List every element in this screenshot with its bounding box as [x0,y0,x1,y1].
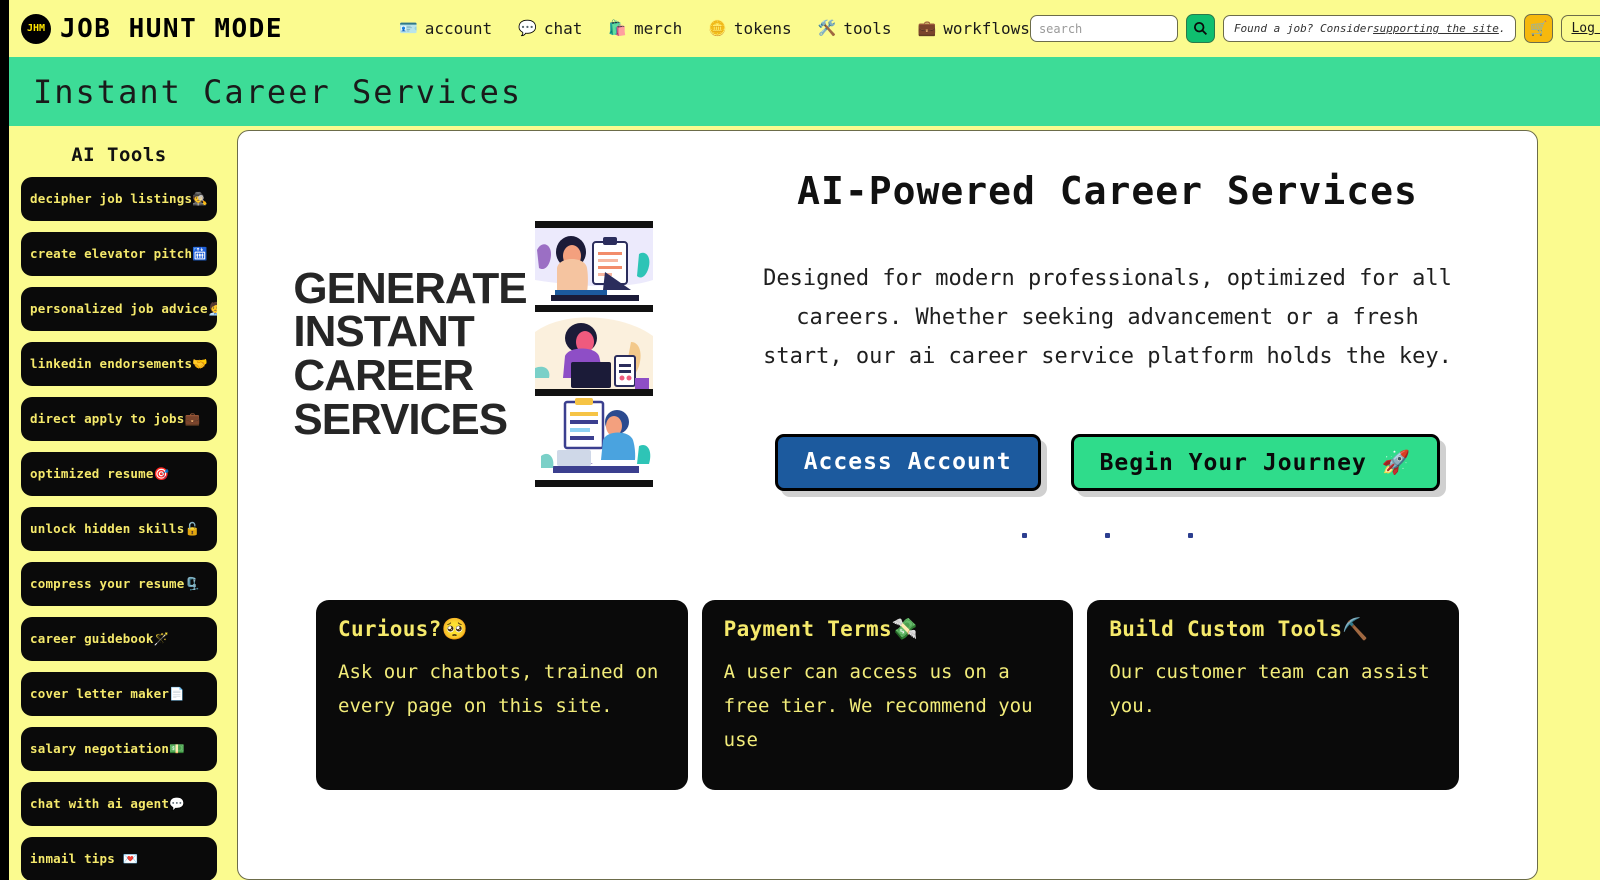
info-card-body: Ask our chatbots, trained on every page … [338,661,659,718]
info-card-build-custom-tools[interactable]: Build Custom Tools⛏️ Our customer team c… [1087,600,1460,791]
page-subheader: Instant Career Services [0,57,1600,126]
nav-links: 🪪 account 💬 chat 🛍️ merch 🪙 tokens 🛠️ to… [399,19,1030,38]
nav-item-workflows[interactable]: 💼 workflows [918,19,1030,38]
access-account-button[interactable]: Access Account [774,434,1041,492]
main-content-panel: GENERATE INSTANT CAREER SERVICES AI-Powe… [237,130,1538,880]
nav-item-label: merch [634,19,683,38]
hero-art-word: GENERATE [293,263,527,313]
hero-art-word: CAREER [293,351,474,400]
brand-name: JOB HUNT MODE [60,13,283,44]
hero-section: GENERATE INSTANT CAREER SERVICES AI-Powe… [238,131,1537,539]
nav-item-label: workflows [943,19,1030,38]
nav-item-label: tools [843,19,892,38]
coin-icon: 🪙 [708,19,727,37]
sidebar: AI Tools decipher job listings🕵️ create … [9,126,229,880]
info-card-curious[interactable]: Curious?🥺 Ask our chatbots, trained on e… [316,600,688,791]
person-with-documents-illustration-icon [534,396,653,480]
hero-art-word: SERVICES [293,394,508,444]
shopping-cart-icon: 🛒 [1530,20,1548,37]
hero-art-word: INSTANT [293,307,474,357]
nav-item-tools[interactable]: 🛠️ tools [818,19,892,38]
search-input[interactable] [1029,15,1178,42]
hero-illustration-panel-1 [534,228,653,312]
sidebar-item-cover-letter-maker[interactable]: cover letter maker📄 [21,672,217,716]
login-button[interactable]: Log in [1561,15,1600,42]
sidebar-item-create-elevator-pitch[interactable]: create elevator pitch🛗 [21,232,217,276]
carousel-dot[interactable] [1022,533,1027,539]
info-card-heading: Payment Terms💸 [723,617,919,642]
sidebar-item-inmail-tips[interactable]: inmail tips 💌 [21,837,217,880]
hero-art-words: GENERATE INSTANT CAREER SERVICES [293,263,527,444]
hero-illustration-panel-3 [534,396,653,480]
person-typing-illustration-icon [534,312,653,389]
hero-illustration: GENERATE INSTANT CAREER SERVICES [238,151,708,487]
nav-item-label: chat [543,19,583,38]
nav-item-tokens[interactable]: 🪙 tokens [708,19,791,38]
brand[interactable]: JHM JOB HUNT MODE [21,13,283,44]
nav-item-label: tokens [733,19,792,38]
nav-item-merch[interactable]: 🛍️ merch [608,19,682,38]
support-banner[interactable]: Found a job? Consider supporting the sit… [1222,15,1517,42]
sidebar-item-salary-negotiation[interactable]: salary negotiation💵 [21,727,217,771]
page-title: Instant Career Services [33,72,523,111]
carousel-dot[interactable] [1105,533,1110,539]
search-button[interactable] [1185,14,1215,43]
cta-row: Access Account Begin Your Journey 🚀 [718,434,1497,492]
sidebar-item-personalized-job-advice[interactable]: personalized job advice🧑‍💼 [21,287,217,331]
speech-balloon-icon: 💬 [518,19,537,37]
support-banner-link[interactable]: supporting the site [1373,22,1499,35]
support-banner-suffix: . [1498,22,1506,35]
carousel-dot[interactable] [1188,533,1193,539]
sidebar-item-optimized-resume[interactable]: optimized resume🎯 [21,452,217,496]
info-cards: Curious?🥺 Ask our chatbots, trained on e… [238,600,1537,791]
hero-illustration-strip [534,221,653,487]
info-card-body: A user can access us on a free tier. We … [723,661,1033,752]
top-navigation-bar: JHM JOB HUNT MODE 🪪 account 💬 chat 🛍️ me… [9,0,1600,57]
sidebar-item-unlock-hidden-skills[interactable]: unlock hidden skills🔓 [21,507,217,551]
sidebar-item-decipher-job-listings[interactable]: decipher job listings🕵️ [21,177,217,221]
nav-item-label: account [424,19,493,38]
nav-item-account[interactable]: 🪪 account [399,19,492,38]
nav-item-chat[interactable]: 💬 chat [518,19,582,38]
cart-button[interactable]: 🛒 [1524,14,1554,43]
hero-title: AI-Powered Career Services [797,169,1418,213]
person-at-desk-illustration-icon [534,228,653,305]
info-card-payment-terms[interactable]: Payment Terms💸 A user can access us on a… [701,600,1074,791]
hero-description: Designed for modern professionals, optim… [763,266,1452,370]
circle-monogram-icon: JHM [21,13,51,44]
search-icon [1193,21,1207,36]
hero-illustration-panel-2 [534,312,653,396]
nav-right-controls: Found a job? Consider supporting the sit… [1029,14,1600,43]
sidebar-title: AI Tools [71,144,167,166]
body-wrapper: AI Tools decipher job listings🕵️ create … [9,126,1600,880]
sidebar-item-direct-apply-to-jobs[interactable]: direct apply to jobs💼 [21,397,217,441]
briefcase-icon: 💼 [917,19,937,37]
app-root: JHM JOB HUNT MODE 🪪 account 💬 chat 🛍️ me… [0,0,1600,880]
info-card-heading: Build Custom Tools⛏️ [1109,617,1369,642]
sidebar-item-compress-your-resume[interactable]: compress your resume🗜️ [21,562,217,606]
info-card-body: Our customer team can assist you. [1109,661,1430,718]
shopping-bag-icon: 🛍️ [608,19,628,37]
sidebar-item-linkedin-endorsements[interactable]: linkedin endorsements🤝 [21,342,217,386]
support-banner-prefix: Found a job? Consider [1233,22,1374,35]
hammer-and-wrench-icon: 🛠️ [817,19,837,37]
info-card-heading: Curious?🥺 [338,617,468,642]
hero-copy: AI-Powered Career Services Designed for … [708,151,1537,539]
id-card-icon: 🪪 [399,19,418,37]
sidebar-item-chat-with-ai-agent[interactable]: chat with ai agent💬 [21,782,217,826]
carousel-dots [718,533,1497,539]
begin-your-journey-button[interactable]: Begin Your Journey 🚀 [1070,434,1441,492]
sidebar-item-career-guidebook[interactable]: career guidebook🪄 [21,617,217,661]
